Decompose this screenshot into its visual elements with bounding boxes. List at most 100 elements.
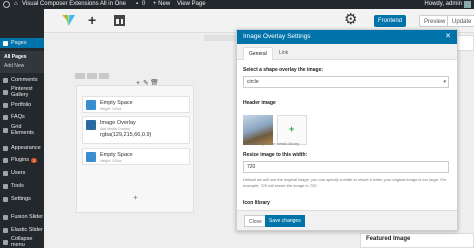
modal-tabs: General Link [237,44,457,60]
column: Empty Space Height: 100px Image Overlay … [76,85,194,213]
sidebar-item-appearance[interactable]: Appearance [0,143,44,153]
sidebar-item-label: Elastic Slider [11,227,43,233]
sidebar-item-faqs[interactable]: FAQs [0,112,44,122]
comments-icon [3,77,8,83]
preview-button[interactable]: Preview [419,15,451,27]
collapse-icon [3,239,8,245]
modal-title: Image Overlay Settings [243,33,311,40]
chevron-down-icon: ▾ [443,79,446,85]
sidebar-item-plugins[interactable]: Plugins 2 [0,155,44,165]
shape-label: Select a shape overlay the image: [243,67,324,73]
element-image-overlay[interactable]: Image Overlay Add Media Content rgba(129… [82,116,190,144]
faq-icon [3,114,8,120]
pages-icon [3,40,8,46]
grid-icon [3,127,8,133]
sidebar-item-tools[interactable]: Tools [0,181,44,191]
sidebar-item-pinterest-gallery[interactable]: Pinterest Gallery [0,86,44,98]
modal-footer: Close Save changes [237,210,457,230]
element-subtitle: Height: 100px [100,107,122,111]
resize-width-value: 720 [247,164,256,170]
header-image-help: Select image from media library. [243,141,301,146]
element-subtitle: Add Media Content [100,127,130,131]
sidebar-item-label: Comments [11,77,38,83]
element-empty-space[interactable]: Empty Space Height: 100px [82,148,190,165]
vc-logo-icon[interactable] [62,14,75,27]
tab-general[interactable]: General [243,47,273,60]
sidebar-item-pages[interactable]: Pages [0,38,44,48]
frontend-button[interactable]: Frontend [374,15,407,27]
row-add-column-icon[interactable] [99,73,109,79]
sidebar-item-label: Pages [11,40,27,46]
sidebar-item-label: Users [11,170,26,176]
shape-select[interactable]: circle ▾ [243,76,449,88]
sidebar-item-label: Collapse menu [11,236,33,248]
users-icon [3,170,8,176]
modal-close-icon[interactable]: ✕ [445,30,451,44]
add-element-button[interactable]: + [88,12,96,28]
site-name-link[interactable]: Visual Composer Extensions All in One [22,1,126,8]
sidebar-item-users[interactable]: Users [0,168,44,178]
update-button[interactable]: Update [447,15,474,27]
image-overlay-settings-modal: Image Overlay Settings ✕ General Link Se… [236,29,458,231]
submenu-add-new[interactable]: Add New [4,63,24,69]
shape-select-value: circle [247,79,259,85]
sidebar-item-label: Grid Elements [11,124,34,136]
element-title: Empty Space [100,152,133,158]
add-element-plus-icon[interactable]: + [133,194,138,202]
row-controls [75,72,195,82]
icon-library-label: Icon library [243,200,270,206]
settings-icon [3,196,8,202]
templates-icon[interactable] [114,15,125,26]
comments-count[interactable]: 0 [142,1,145,8]
sidebar-collapse-menu[interactable]: Collapse menu [0,236,44,248]
gallery-icon [3,89,8,95]
appearance-icon [3,145,8,151]
empty-space-icon [86,152,96,162]
tab-link[interactable]: Link [274,47,293,60]
sidebar-item-portfolio[interactable]: Portfolio [0,100,44,110]
sidebar-item-label: Tools [11,183,24,189]
image-overlay-icon [86,120,96,130]
pages-submenu: All Pages Add New [0,51,44,73]
wordpress-logo-icon[interactable] [3,1,10,8]
empty-space-icon [86,100,96,110]
row-layout-icon[interactable] [87,73,97,79]
plugins-icon [3,157,8,163]
admin-bar: ⌂ Visual Composer Extensions All in One … [0,0,474,9]
avatar[interactable] [464,1,471,8]
sidebar-item-elastic-slider[interactable]: Elastic Slider [0,225,44,235]
featured-image-title[interactable]: Featured Image [366,236,410,242]
plugins-update-badge: 2 [31,157,38,163]
home-icon[interactable]: ⌂ [14,1,18,8]
slider-icon [3,227,8,233]
element-title: Empty Space [100,100,133,106]
element-subtitle: Height: 100px [100,159,122,163]
settings-gear-icon[interactable]: ⚙ [344,11,357,29]
sidebar-item-label: Portfolio [11,102,32,108]
element-empty-space[interactable]: Empty Space Height: 100px [82,96,190,113]
sidebar-item-fusion-slider[interactable]: Fusion Slider [0,212,44,222]
plus-icon: + [289,124,295,134]
resize-label: Resize image to this width: [243,152,308,158]
element-title: Image Overlay [100,120,136,126]
admin-sidebar: All Pages Add New Pages Comments Pintere… [0,9,44,248]
tools-icon [3,183,8,189]
sidebar-item-settings[interactable]: Settings [0,194,44,204]
sidebar-item-comments[interactable]: Comments [0,75,44,85]
new-content-link[interactable]: + New [153,1,170,8]
comments-icon[interactable]: ▪ [136,1,138,8]
portfolio-icon [3,102,8,108]
slider-icon [3,214,8,220]
resize-help: Default we will use the original image, … [243,177,447,188]
sidebar-item-grid-elements[interactable]: Grid Elements [0,124,44,136]
row-move-handle-icon[interactable] [75,73,85,79]
sidebar-item-label: Pinterest Gallery [11,86,33,98]
resize-width-input[interactable]: 720 [243,161,449,173]
view-page-link[interactable]: View Page [177,1,206,8]
sidebar-item-label: FAQs [11,114,25,120]
save-changes-button[interactable]: Save changes [265,215,305,227]
close-button[interactable]: Close [244,215,267,227]
submenu-all-pages[interactable]: All Pages [4,54,27,60]
howdy-user[interactable]: Howdy, admin [424,1,462,8]
sidebar-item-label: Settings [11,196,31,202]
